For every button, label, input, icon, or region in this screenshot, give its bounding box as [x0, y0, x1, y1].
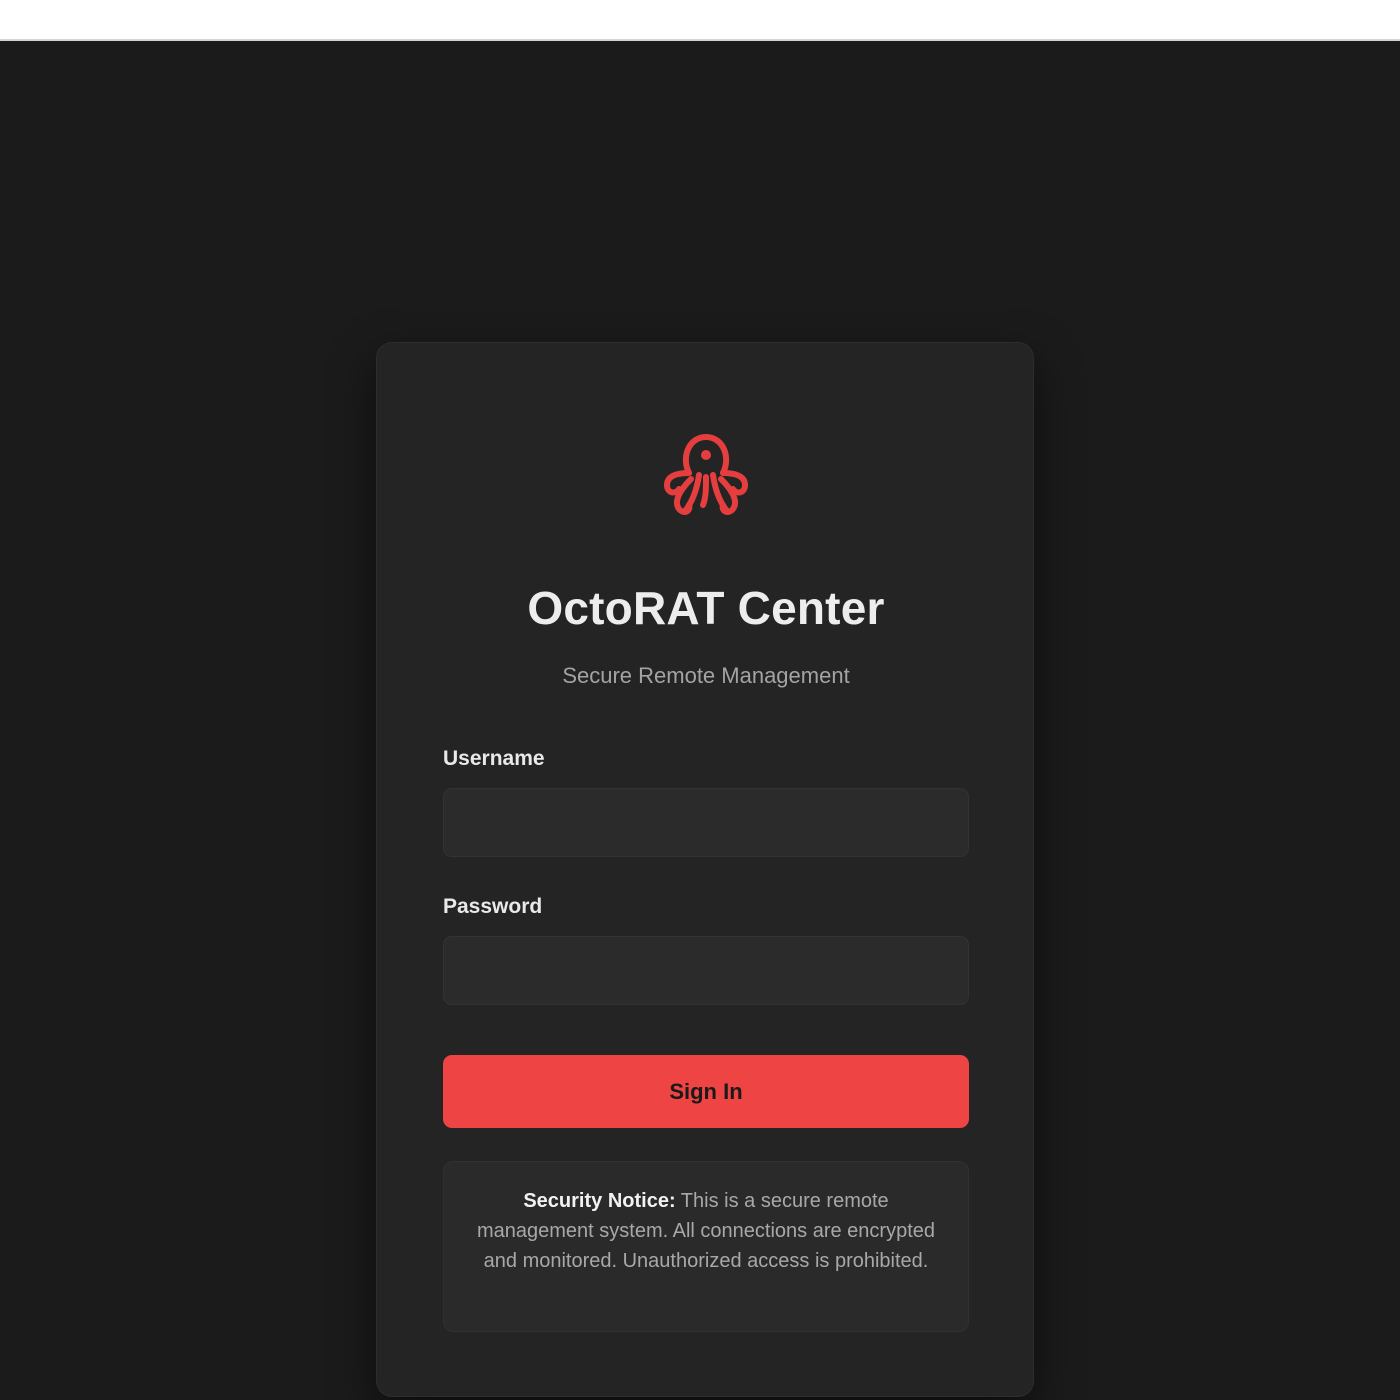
- browser-top-bar: [0, 0, 1400, 41]
- username-label: Username: [443, 747, 545, 770]
- octopus-icon: [664, 434, 748, 515]
- security-notice: Security Notice: This is a secure remote…: [443, 1161, 969, 1332]
- sign-in-button[interactable]: Sign In: [443, 1055, 969, 1128]
- password-label: Password: [443, 895, 543, 918]
- username-input[interactable]: [443, 788, 969, 857]
- app-title: OctoRAT Center: [527, 582, 885, 634]
- app-subtitle: Secure Remote Management: [562, 663, 850, 688]
- login-page: OctoRAT Center Secure Remote Management …: [0, 46, 1400, 1400]
- security-notice-heading: Security Notice:: [523, 1190, 676, 1212]
- password-input[interactable]: [443, 936, 969, 1005]
- login-card: OctoRAT Center Secure Remote Management …: [376, 342, 1034, 1397]
